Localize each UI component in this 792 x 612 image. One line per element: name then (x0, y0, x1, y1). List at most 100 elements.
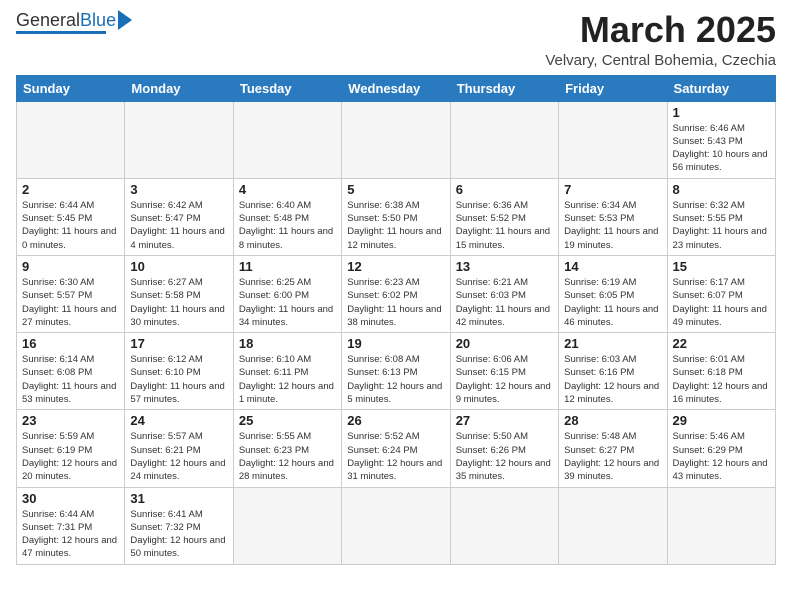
calendar-day-cell (17, 101, 125, 178)
calendar-day-cell: 30Sunrise: 6:44 AM Sunset: 7:31 PM Dayli… (17, 487, 125, 564)
calendar-day-cell: 9 Sunrise: 6:30 AM Sunset: 5:57 PM Daylig… (17, 255, 125, 332)
calendar-day-cell: 1 Sunrise: 6:46 AM Sunset: 5:43 PM Daylig… (667, 101, 775, 178)
logo-icon (118, 10, 132, 30)
header: GeneralBlue March 2025 Velvary, Central … (16, 10, 776, 69)
calendar-day-cell: 27Sunrise: 5:50 AM Sunset: 6:26 PM Dayli… (450, 410, 558, 487)
day-info: Sunrise: 5:59 AM Sunset: 6:19 PM Dayligh… (22, 430, 119, 483)
calendar-day-cell (125, 101, 233, 178)
day-number: 23 (22, 413, 119, 428)
day-info: Sunrise: 6:32 AM Sunset: 5:55 PM Dayligh… (673, 199, 770, 252)
day-number: 17 (130, 336, 227, 351)
day-info: Sunrise: 6:10 AM Sunset: 6:11 PM Dayligh… (239, 353, 336, 406)
day-number: 18 (239, 336, 336, 351)
day-info: Sunrise: 5:48 AM Sunset: 6:27 PM Dayligh… (564, 430, 661, 483)
day-info: Sunrise: 6:03 AM Sunset: 6:16 PM Dayligh… (564, 353, 661, 406)
day-number: 20 (456, 336, 553, 351)
day-info: Sunrise: 6:25 AM Sunset: 6:00 PM Dayligh… (239, 276, 336, 329)
day-number: 2 (22, 182, 119, 197)
day-info: Sunrise: 6:08 AM Sunset: 6:13 PM Dayligh… (347, 353, 444, 406)
day-info: Sunrise: 6:38 AM Sunset: 5:50 PM Dayligh… (347, 199, 444, 252)
calendar-day-cell: 8 Sunrise: 6:32 AM Sunset: 5:55 PM Daylig… (667, 178, 775, 255)
col-sunday: Sunday (17, 75, 125, 101)
calendar-day-cell: 3 Sunrise: 6:42 AM Sunset: 5:47 PM Daylig… (125, 178, 233, 255)
day-number: 24 (130, 413, 227, 428)
calendar-day-cell: 6Sunrise: 6:36 AM Sunset: 5:52 PM Daylig… (450, 178, 558, 255)
day-number: 28 (564, 413, 661, 428)
calendar-day-cell: 16 Sunrise: 6:14 AM Sunset: 6:08 PM Dayli… (17, 333, 125, 410)
calendar-week-row: 30Sunrise: 6:44 AM Sunset: 7:31 PM Dayli… (17, 487, 776, 564)
col-friday: Friday (559, 75, 667, 101)
calendar-day-cell: 17 Sunrise: 6:12 AM Sunset: 6:10 PM Dayli… (125, 333, 233, 410)
col-thursday: Thursday (450, 75, 558, 101)
calendar-day-cell (559, 487, 667, 564)
calendar-day-cell: 10 Sunrise: 6:27 AM Sunset: 5:58 PM Dayli… (125, 255, 233, 332)
calendar: Sunday Monday Tuesday Wednesday Thursday… (16, 75, 776, 565)
page: GeneralBlue March 2025 Velvary, Central … (0, 0, 792, 575)
day-info: Sunrise: 6:36 AM Sunset: 5:52 PM Dayligh… (456, 199, 553, 252)
calendar-day-cell: 5 Sunrise: 6:38 AM Sunset: 5:50 PM Daylig… (342, 178, 450, 255)
day-number: 26 (347, 413, 444, 428)
calendar-day-cell: 31Sunrise: 6:41 AM Sunset: 7:32 PM Dayli… (125, 487, 233, 564)
calendar-day-cell: 22Sunrise: 6:01 AM Sunset: 6:18 PM Dayli… (667, 333, 775, 410)
day-info: Sunrise: 6:44 AM Sunset: 7:31 PM Dayligh… (22, 508, 119, 561)
day-number: 9 (22, 259, 119, 274)
day-info: Sunrise: 6:30 AM Sunset: 5:57 PM Dayligh… (22, 276, 119, 329)
day-number: 25 (239, 413, 336, 428)
day-number: 31 (130, 491, 227, 506)
calendar-day-cell: 21Sunrise: 6:03 AM Sunset: 6:16 PM Dayli… (559, 333, 667, 410)
col-saturday: Saturday (667, 75, 775, 101)
col-tuesday: Tuesday (233, 75, 341, 101)
calendar-day-cell: 13 Sunrise: 6:21 AM Sunset: 6:03 PM Dayli… (450, 255, 558, 332)
day-number: 14 (564, 259, 661, 274)
day-info: Sunrise: 5:52 AM Sunset: 6:24 PM Dayligh… (347, 430, 444, 483)
col-monday: Monday (125, 75, 233, 101)
day-info: Sunrise: 6:40 AM Sunset: 5:48 PM Dayligh… (239, 199, 336, 252)
day-number: 16 (22, 336, 119, 351)
calendar-day-cell: 4Sunrise: 6:40 AM Sunset: 5:48 PM Daylig… (233, 178, 341, 255)
calendar-day-cell: 7Sunrise: 6:34 AM Sunset: 5:53 PM Daylig… (559, 178, 667, 255)
calendar-day-cell: 25 Sunrise: 5:55 AM Sunset: 6:23 PM Dayli… (233, 410, 341, 487)
calendar-day-cell (667, 487, 775, 564)
calendar-day-cell: 23 Sunrise: 5:59 AM Sunset: 6:19 PM Dayli… (17, 410, 125, 487)
day-number: 13 (456, 259, 553, 274)
main-title: March 2025 (545, 10, 776, 50)
calendar-day-cell: 14Sunrise: 6:19 AM Sunset: 6:05 PM Dayli… (559, 255, 667, 332)
calendar-day-cell (450, 101, 558, 178)
day-info: Sunrise: 6:12 AM Sunset: 6:10 PM Dayligh… (130, 353, 227, 406)
day-info: Sunrise: 5:55 AM Sunset: 6:23 PM Dayligh… (239, 430, 336, 483)
day-number: 1 (673, 105, 770, 120)
calendar-day-cell: 28 Sunrise: 5:48 AM Sunset: 6:27 PM Dayli… (559, 410, 667, 487)
day-info: Sunrise: 6:06 AM Sunset: 6:15 PM Dayligh… (456, 353, 553, 406)
calendar-day-cell: 15Sunrise: 6:17 AM Sunset: 6:07 PM Dayli… (667, 255, 775, 332)
day-info: Sunrise: 6:44 AM Sunset: 5:45 PM Dayligh… (22, 199, 119, 252)
day-info: Sunrise: 6:01 AM Sunset: 6:18 PM Dayligh… (673, 353, 770, 406)
day-info: Sunrise: 6:27 AM Sunset: 5:58 PM Dayligh… (130, 276, 227, 329)
calendar-day-cell: 29Sunrise: 5:46 AM Sunset: 6:29 PM Dayli… (667, 410, 775, 487)
day-number: 10 (130, 259, 227, 274)
logo-text: GeneralBlue (16, 11, 116, 29)
day-info: Sunrise: 6:21 AM Sunset: 6:03 PM Dayligh… (456, 276, 553, 329)
calendar-day-cell (233, 487, 341, 564)
day-number: 8 (673, 182, 770, 197)
calendar-day-cell: 11Sunrise: 6:25 AM Sunset: 6:00 PM Dayli… (233, 255, 341, 332)
calendar-day-cell (233, 101, 341, 178)
col-wednesday: Wednesday (342, 75, 450, 101)
day-info: Sunrise: 6:42 AM Sunset: 5:47 PM Dayligh… (130, 199, 227, 252)
calendar-day-cell (450, 487, 558, 564)
calendar-week-row: 23 Sunrise: 5:59 AM Sunset: 6:19 PM Dayli… (17, 410, 776, 487)
calendar-week-row: 9 Sunrise: 6:30 AM Sunset: 5:57 PM Daylig… (17, 255, 776, 332)
day-info: Sunrise: 6:34 AM Sunset: 5:53 PM Dayligh… (564, 199, 661, 252)
sub-title: Velvary, Central Bohemia, Czechia (545, 52, 776, 69)
day-number: 19 (347, 336, 444, 351)
calendar-day-cell: 20 Sunrise: 6:06 AM Sunset: 6:15 PM Dayli… (450, 333, 558, 410)
day-number: 3 (130, 182, 227, 197)
day-info: Sunrise: 6:14 AM Sunset: 6:08 PM Dayligh… (22, 353, 119, 406)
calendar-day-cell (342, 101, 450, 178)
day-info: Sunrise: 6:23 AM Sunset: 6:02 PM Dayligh… (347, 276, 444, 329)
day-number: 27 (456, 413, 553, 428)
day-info: Sunrise: 6:46 AM Sunset: 5:43 PM Dayligh… (673, 122, 770, 175)
day-number: 5 (347, 182, 444, 197)
day-info: Sunrise: 5:57 AM Sunset: 6:21 PM Dayligh… (130, 430, 227, 483)
day-number: 15 (673, 259, 770, 274)
calendar-week-row: 16 Sunrise: 6:14 AM Sunset: 6:08 PM Dayli… (17, 333, 776, 410)
